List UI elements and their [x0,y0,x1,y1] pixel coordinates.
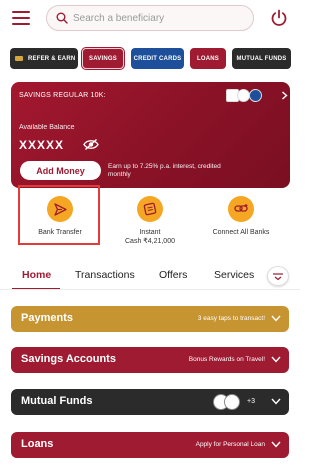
section-title: Savings Accounts [21,353,116,365]
section-title: Payments [21,312,73,324]
fund-logo-icon [224,394,240,410]
category-refer-earn[interactable]: REFER & EARN [10,48,78,69]
category-tabs: REFER & EARN SAVINGS CREDIT CARDS LOANS … [0,48,300,70]
interest-info: Earn up to 7.25% p.a. interest, credited… [108,163,221,178]
savings-accounts-section[interactable]: Savings Accounts Bonus Rewards on Travel… [11,347,289,373]
loans-section[interactable]: Loans Apply for Personal Loan [11,432,289,458]
section-hint: Bonus Rewards on Travel! [188,356,265,363]
eye-slash-icon[interactable] [83,138,99,151]
instant-cash-label: Instant Cash ₹4,21,000 [125,229,175,245]
tab-home[interactable]: Home [22,269,51,281]
tab-transactions[interactable]: Transactions [75,269,135,281]
payments-section[interactable]: Payments 3 easy taps to transact! [11,306,289,332]
linked-bank-logos [226,89,276,103]
account-title: SAVINGS REGULAR 10K: [19,92,106,99]
bank-transfer-label: Bank Transfer [38,229,82,236]
connect-all-banks-action[interactable]: Connect All Banks [203,196,279,237]
tab-services[interactable]: Services [214,269,254,281]
category-savings[interactable]: SAVINGS [82,48,124,69]
more-funds-count: +3 [247,398,255,405]
card-icon [15,56,23,61]
available-balance-label: Available Balance [19,124,75,131]
chevron-right-icon[interactable] [281,91,288,100]
chevron-down-icon [271,398,281,405]
search-icon [56,12,68,24]
search-box[interactable] [46,5,254,31]
category-credit-cards[interactable]: CREDIT CARDS [131,48,184,69]
bank-transfer-action[interactable]: Bank Transfer [22,196,98,237]
search-input[interactable] [73,9,248,28]
send-icon [47,196,73,222]
cash-icon [137,196,163,222]
section-hint: Apply for Personal Loan [195,441,265,448]
balance-value: XXXXX [19,138,65,152]
bank-logo-icon [249,89,262,102]
more-tabs-button[interactable] [267,266,289,286]
power-icon[interactable] [270,9,288,27]
section-title: Mutual Funds [21,395,93,407]
main-nav-tabs: Home Transactions Offers Services [0,262,300,290]
chevron-down-icon [271,315,281,322]
tab-offers[interactable]: Offers [159,269,187,281]
hamburger-menu-icon[interactable] [12,11,30,25]
connect-all-banks-label: Connect All Banks [212,229,270,236]
category-mutual-funds[interactable]: MUTUAL FUNDS [232,48,291,69]
add-money-button[interactable]: Add Money [20,161,101,180]
link-bank-icon [228,196,254,222]
section-hint: 3 easy taps to transact! [197,315,265,322]
chevron-down-icon [273,273,283,281]
chevron-down-icon [271,441,281,448]
savings-account-card[interactable]: SAVINGS REGULAR 10K: Available Balance X… [11,82,290,188]
category-loans[interactable]: LOANS [190,48,226,69]
top-bar [0,0,300,38]
instant-cash-action[interactable]: Instant Cash ₹4,21,000 [117,196,183,246]
chevron-down-icon [271,356,281,363]
divider [0,289,300,290]
section-title: Loans [21,438,54,450]
mutual-funds-section[interactable]: Mutual Funds +3 [11,389,289,415]
fund-logos: +3 [213,394,265,410]
